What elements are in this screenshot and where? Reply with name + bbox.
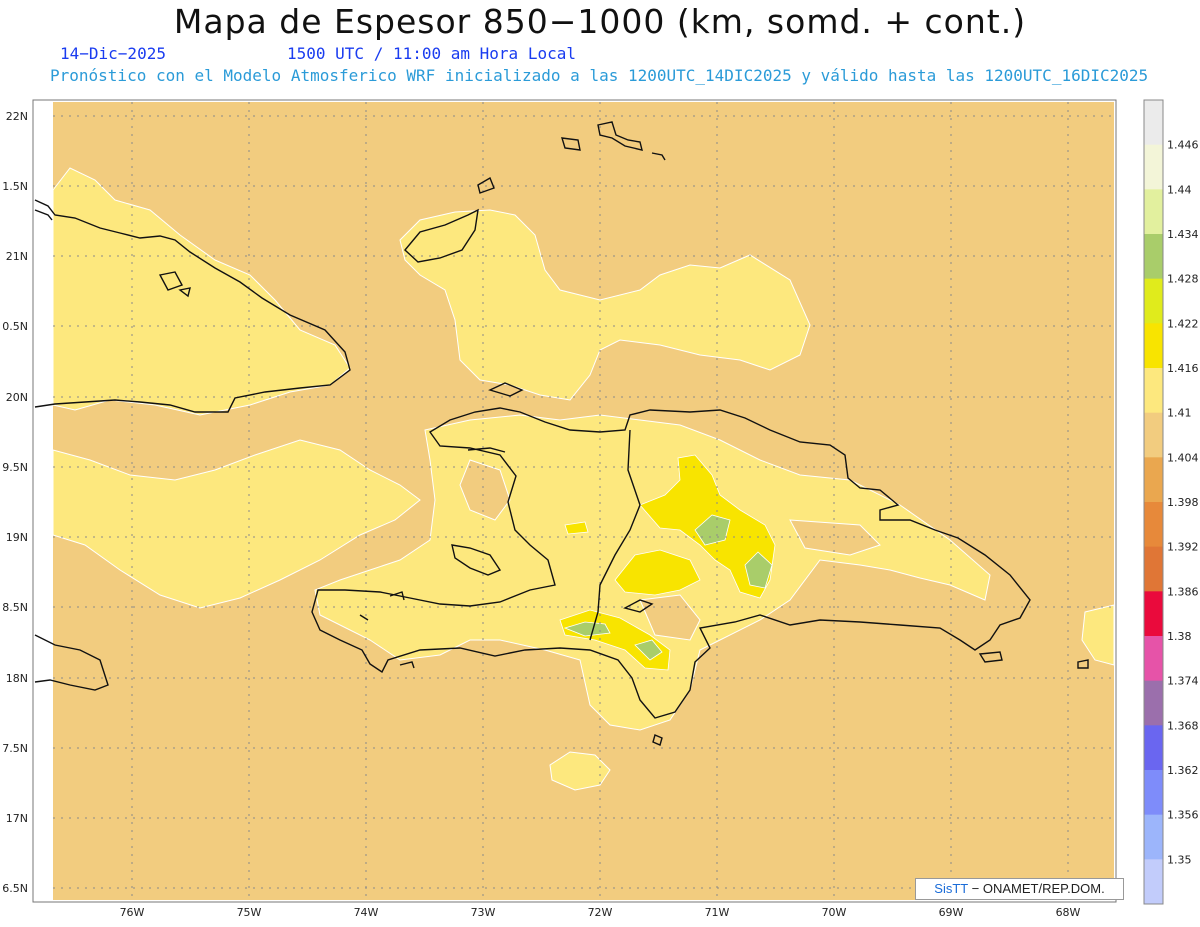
colorbar-tick-label: 1.446 — [1167, 139, 1199, 152]
colorbar-swatch — [1144, 189, 1163, 235]
colorbar-tick-label: 1.356 — [1167, 809, 1199, 822]
colorbar-tick-label: 1.404 — [1167, 451, 1199, 464]
lon-label: 74W — [354, 906, 379, 919]
lat-label: 17N — [6, 812, 28, 825]
lat-label: 8.5N — [2, 601, 28, 614]
lon-label: 69W — [939, 906, 964, 919]
colorbar-swatch — [1144, 502, 1163, 548]
colorbar-tick-label: 1.41 — [1167, 407, 1192, 420]
credit-brand: SisTT — [934, 881, 969, 896]
latitude-labels: 22N 1.5N 21N 0.5N 20N 9.5N 19N 8.5N 18N … — [2, 110, 28, 895]
colorbar-swatch — [1144, 412, 1163, 458]
lat-label: 19N — [6, 531, 28, 544]
colorbar-swatch — [1144, 546, 1163, 592]
colorbar-tick-label: 1.386 — [1167, 585, 1199, 598]
thickness-map: 22N 1.5N 21N 0.5N 20N 9.5N 19N 8.5N 18N … — [2, 99, 1199, 919]
colorbar-swatch — [1144, 591, 1163, 637]
colorbar-swatch — [1144, 814, 1163, 860]
credit-box: SisTT − ONAMET/REP.DOM. — [915, 878, 1124, 900]
colorbar-swatch — [1144, 725, 1163, 771]
colorbar-swatch — [1144, 859, 1163, 905]
colorbar-tick-label: 1.434 — [1167, 228, 1199, 241]
colorbar-tick-label: 1.398 — [1167, 496, 1199, 509]
colorbar-tick-label: 1.374 — [1167, 675, 1199, 688]
lon-label: 76W — [120, 906, 145, 919]
lon-label: 73W — [471, 906, 496, 919]
lon-label: 71W — [705, 906, 730, 919]
colorbar-swatch — [1144, 457, 1163, 503]
coast-cuba-tip — [34, 209, 53, 221]
colorbar-swatch — [1144, 278, 1163, 324]
lat-label: 20N — [6, 391, 28, 404]
colorbar-tick-label: 1.422 — [1167, 317, 1199, 330]
colorbar-swatch — [1144, 100, 1163, 146]
lon-label: 70W — [822, 906, 847, 919]
colorbar-swatch — [1144, 234, 1163, 280]
colorbar-tick-label: 1.38 — [1167, 630, 1192, 643]
lat-label: 21N — [6, 250, 28, 263]
colorbar-swatch — [1144, 144, 1163, 190]
lon-label: 75W — [237, 906, 262, 919]
colorbar-tick-label: 1.428 — [1167, 273, 1199, 286]
colorbar-tick-label: 1.35 — [1167, 853, 1192, 866]
colorbar-tick-label: 1.392 — [1167, 541, 1199, 554]
credit-text: − ONAMET/REP.DOM. — [971, 881, 1105, 896]
lat-label: 1.5N — [2, 180, 28, 193]
colorbar-swatch — [1144, 323, 1163, 369]
longitude-labels: 76W 75W 74W 73W 72W 71W 70W 69W 68W — [120, 906, 1081, 919]
lat-label: 6.5N — [2, 882, 28, 895]
lat-label: 22N — [6, 110, 28, 123]
lat-label: 0.5N — [2, 320, 28, 333]
lon-label: 68W — [1056, 906, 1081, 919]
colorbar — [1143, 99, 1164, 905]
colorbar-tick-label: 1.416 — [1167, 362, 1199, 375]
lat-label: 9.5N — [2, 461, 28, 474]
colorbar-tick-label: 1.44 — [1167, 183, 1192, 196]
colorbar-swatch — [1144, 368, 1163, 414]
colorbar-tick-label: 1.368 — [1167, 719, 1199, 732]
colorbar-swatch — [1144, 770, 1163, 816]
colorbar-swatch — [1144, 636, 1163, 682]
colorbar-tick-label: 1.362 — [1167, 764, 1199, 777]
colorbar-labels: 1.446 1.44 1.434 1.428 1.422 1.416 1.41 1.404 1.… — [1167, 139, 1199, 867]
colorbar-swatch — [1144, 680, 1163, 726]
lon-label: 72W — [588, 906, 613, 919]
lat-label: 7.5N — [2, 742, 28, 755]
lat-label: 18N — [6, 672, 28, 685]
